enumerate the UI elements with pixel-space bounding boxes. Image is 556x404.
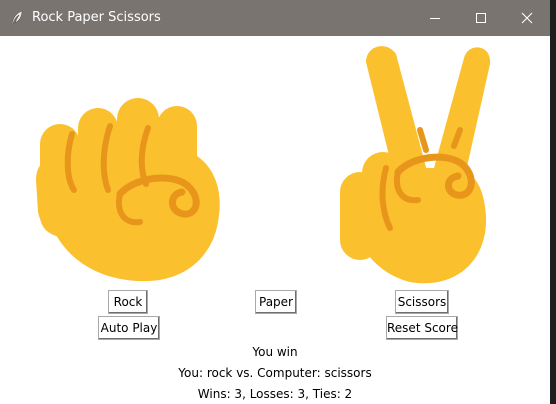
paper-button[interactable]: Paper (255, 290, 297, 314)
rock-button[interactable]: Rock (108, 290, 148, 314)
auto-play-button[interactable]: Auto Play (98, 316, 160, 340)
window-title: Rock Paper Scissors (32, 10, 161, 25)
minimize-button[interactable] (412, 0, 458, 36)
minimize-icon (430, 18, 440, 19)
app-window: Rock Paper Scissors Rock Paper Scissors … (0, 0, 550, 404)
victory-hand-icon (340, 46, 491, 284)
close-icon (521, 12, 533, 24)
reset-score-button[interactable]: Reset Score (386, 316, 458, 340)
result-moves: You: rock vs. Computer: scissors (178, 366, 372, 380)
close-button[interactable] (504, 0, 550, 36)
maximize-button[interactable] (458, 0, 504, 36)
rock-fist-icon (36, 98, 220, 282)
result-outcome: You win (252, 345, 298, 359)
feather-icon (11, 10, 23, 25)
score-text: Wins: 3, Losses: 3, Ties: 2 (197, 387, 353, 401)
title-bar[interactable]: Rock Paper Scissors (0, 0, 550, 36)
scissors-button[interactable]: Scissors (395, 290, 449, 314)
maximize-icon (476, 13, 486, 23)
